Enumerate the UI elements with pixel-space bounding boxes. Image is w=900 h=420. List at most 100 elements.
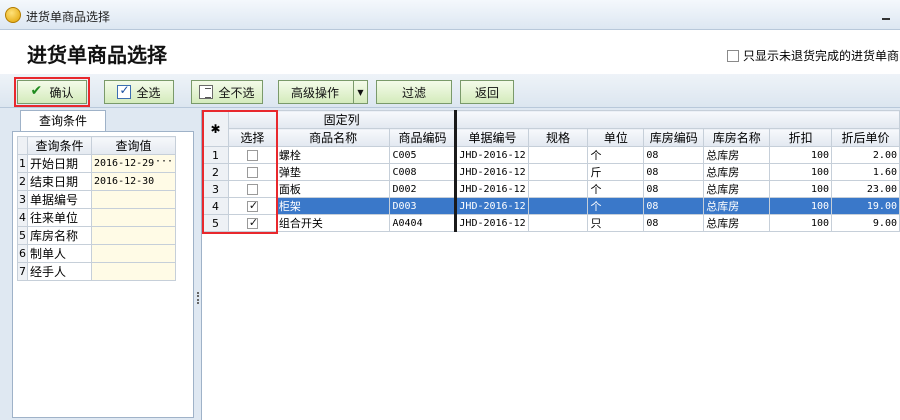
query-row: 1 开始日期 2016-12-29 ··· bbox=[17, 154, 176, 173]
grid-corner-icon[interactable]: ✱ bbox=[202, 110, 229, 147]
column-header-doc-number[interactable]: 单据编号 bbox=[455, 128, 529, 147]
confirm-button[interactable]: 确认 bbox=[14, 77, 90, 107]
query-table: 查询条件 查询值 1 开始日期 2016-12-29 ··· 2 结束日期 201… bbox=[17, 136, 176, 281]
panel-splitter[interactable] bbox=[196, 110, 200, 418]
filter-button[interactable]: 过滤 bbox=[376, 80, 452, 104]
advanced-ops-label: 高级操作 bbox=[291, 85, 340, 100]
product-code: A0404 bbox=[389, 214, 458, 232]
discounted-price: 9.00 bbox=[831, 214, 900, 232]
warehouse-code: 08 bbox=[643, 180, 705, 198]
query-value-cell[interactable]: 2016-12-30 bbox=[91, 172, 176, 191]
select-all-button[interactable]: 全选 bbox=[104, 80, 174, 104]
checked-checkbox-icon[interactable] bbox=[246, 216, 258, 229]
product-name: 弹垫 bbox=[275, 163, 391, 181]
query-value: 2016-12-29 bbox=[94, 158, 155, 169]
unit: 斤 bbox=[587, 163, 645, 181]
select-cell[interactable] bbox=[227, 163, 277, 181]
select-cell[interactable] bbox=[227, 180, 277, 198]
table-row[interactable]: 5 组合开关 A0404 JHD-2016-12 只 08 总库房 100 9.… bbox=[202, 214, 900, 232]
row-number: 1 bbox=[202, 146, 229, 164]
column-header-warehouse-name[interactable]: 库房名称 bbox=[703, 128, 771, 147]
tab-query-conditions[interactable]: 查询条件 bbox=[20, 110, 106, 132]
ellipsis-icon[interactable]: ··· bbox=[155, 156, 173, 167]
check-icon bbox=[30, 83, 44, 99]
query-value-cell[interactable] bbox=[91, 208, 176, 227]
query-row: 7 经手人 bbox=[17, 262, 176, 281]
back-button[interactable]: 返回 bbox=[460, 80, 514, 104]
table-row[interactable]: 3 面板 D002 JHD-2016-12 个 08 总库房 100 23.00 bbox=[202, 180, 900, 198]
column-header-discounted-price[interactable]: 折后单价 bbox=[831, 128, 900, 147]
doc-number: JHD-2016-12 bbox=[455, 146, 529, 164]
checkbox-icon[interactable] bbox=[246, 184, 258, 195]
column-header-discount[interactable]: 折扣 bbox=[769, 128, 832, 147]
warehouse-code: 08 bbox=[643, 197, 705, 215]
discounted-price: 1.60 bbox=[831, 163, 900, 181]
column-header-spec[interactable]: 规格 bbox=[527, 128, 589, 147]
page-title: 进货单商品选择 bbox=[27, 43, 167, 67]
query-condition-name: 往来单位 bbox=[27, 208, 92, 227]
warehouse-name: 总库房 bbox=[703, 146, 771, 164]
query-value-cell[interactable] bbox=[91, 262, 176, 281]
doc-number: JHD-2016-12 bbox=[455, 197, 529, 215]
row-number: 4 bbox=[202, 197, 229, 215]
window-title: 进货单商品选择 bbox=[26, 10, 111, 24]
spec bbox=[527, 180, 589, 198]
discount: 100 bbox=[769, 146, 832, 164]
discounted-price: 2.00 bbox=[831, 146, 900, 164]
select-cell[interactable] bbox=[227, 197, 277, 215]
spec bbox=[527, 146, 589, 164]
column-header-product-code[interactable]: 商品编码 bbox=[389, 128, 458, 147]
table-row[interactable]: 2 弹垫 C008 JHD-2016-12 斤 08 总库房 100 1.60 bbox=[202, 163, 900, 181]
product-name: 组合开关 bbox=[275, 214, 391, 232]
column-header-unit[interactable]: 单位 bbox=[587, 128, 645, 147]
query-value-cell[interactable] bbox=[91, 226, 176, 245]
product-table: ✱ 固定列 选择 商品名称 商品编码 单据编号 规格 单位 库房编码 库房名称 … bbox=[202, 110, 900, 232]
row-number: 5 bbox=[202, 214, 229, 232]
scroll-columns-header bbox=[455, 110, 900, 129]
app-logo-icon bbox=[5, 7, 21, 23]
chevron-down-icon[interactable]: ▼ bbox=[353, 81, 367, 103]
query-panel: 查询条件 查询条件 查询值 1 开始日期 2016-12-29 ··· 2 结束日… bbox=[12, 110, 194, 418]
select-cell[interactable] bbox=[227, 146, 277, 164]
back-label: 返回 bbox=[474, 85, 499, 100]
column-header-warehouse-code[interactable]: 库房编码 bbox=[643, 128, 705, 147]
product-code: D002 bbox=[389, 180, 458, 198]
query-value-cell[interactable]: 2016-12-29 ··· bbox=[91, 154, 176, 173]
select-all-label: 全选 bbox=[136, 85, 161, 100]
row-number: 2 bbox=[17, 172, 28, 191]
column-header-product-name[interactable]: 商品名称 bbox=[275, 128, 391, 147]
query-row: 4 往来单位 bbox=[17, 208, 176, 227]
select-cell[interactable] bbox=[227, 214, 277, 232]
spec bbox=[527, 214, 589, 232]
discount: 100 bbox=[769, 197, 832, 215]
checkbox-icon[interactable] bbox=[246, 167, 258, 178]
warehouse-code: 08 bbox=[643, 163, 705, 181]
spec bbox=[527, 163, 589, 181]
minimize-icon[interactable] bbox=[880, 9, 892, 21]
row-number: 3 bbox=[17, 190, 28, 209]
table-row-selected[interactable]: 4 柜架 D003 JHD-2016-12 个 08 总库房 100 19.00 bbox=[202, 197, 900, 215]
advanced-ops-button[interactable]: 高级操作 ▼ bbox=[278, 80, 368, 104]
checkbox-icon[interactable] bbox=[246, 150, 258, 161]
unit: 只 bbox=[587, 214, 645, 232]
column-header-select[interactable]: 选择 bbox=[227, 128, 277, 147]
filter-label: 过滤 bbox=[401, 85, 426, 100]
table-row[interactable]: 1 螺栓 C005 JHD-2016-12 个 08 总库房 100 2.00 bbox=[202, 146, 900, 164]
unreturned-only-checkbox[interactable]: 只显示未退货完成的进货单商品 bbox=[727, 47, 900, 64]
discount: 100 bbox=[769, 180, 832, 198]
query-corner bbox=[17, 136, 28, 155]
query-value-cell[interactable] bbox=[91, 190, 176, 209]
query-condition-name: 结束日期 bbox=[27, 172, 92, 191]
query-value-cell[interactable] bbox=[91, 244, 176, 263]
discounted-price: 23.00 bbox=[831, 180, 900, 198]
query-condition-name: 单据编号 bbox=[27, 190, 92, 209]
select-none-button[interactable]: 全不选 bbox=[191, 80, 263, 104]
unreturned-only-label: 只显示未退货完成的进货单商品 bbox=[743, 49, 900, 63]
query-condition-name: 经手人 bbox=[27, 262, 92, 281]
query-row: 2 结束日期 2016-12-30 bbox=[17, 172, 176, 191]
row-number: 6 bbox=[17, 244, 28, 263]
checkbox-icon[interactable] bbox=[727, 49, 739, 62]
query-row: 3 单据编号 bbox=[17, 190, 176, 209]
row-number: 1 bbox=[17, 154, 28, 173]
checked-checkbox-icon[interactable] bbox=[246, 199, 258, 212]
